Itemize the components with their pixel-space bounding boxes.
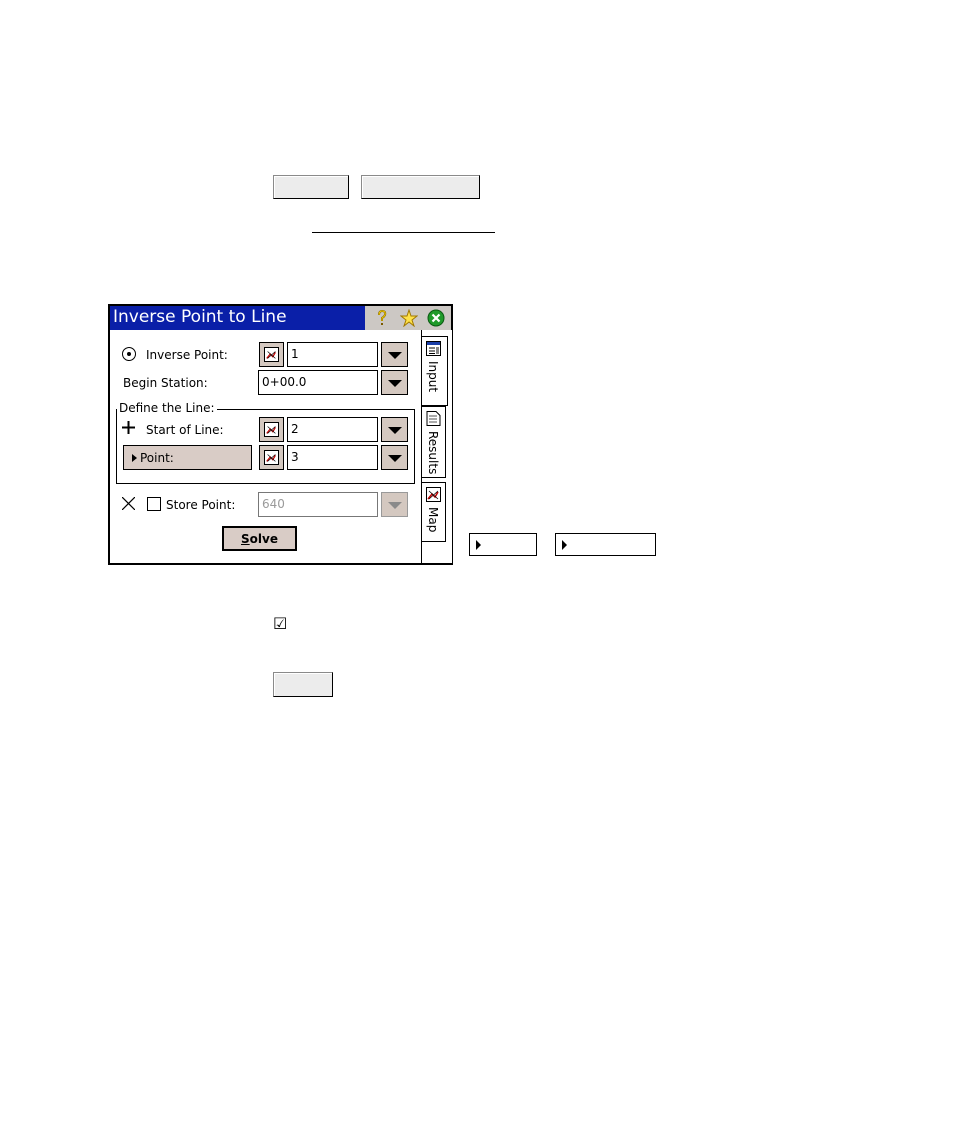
tab-input[interactable]: Input: [422, 336, 448, 406]
tab-results-label: Results: [426, 431, 440, 475]
blank-arrow-button-1: [469, 533, 537, 556]
tab-input-label: Input: [426, 361, 440, 393]
inverse-point-input[interactable]: 1: [287, 342, 378, 367]
begin-station-label: Begin Station:: [123, 376, 208, 390]
input-tab-icon: [426, 341, 441, 356]
title-bar: Inverse Point to Line: [110, 306, 451, 330]
start-of-line-input[interactable]: 2: [287, 417, 378, 442]
vertical-tab-strip: Input Results Map: [421, 330, 452, 563]
inverse-point-label: Inverse Point:: [146, 348, 228, 362]
begin-station-input[interactable]: 0+00.0: [258, 370, 378, 395]
inverse-point-target-icon: [122, 347, 136, 361]
chevron-down-icon: [388, 352, 402, 359]
play-arrow-icon: [132, 453, 137, 462]
tab-map[interactable]: Map: [422, 482, 446, 542]
map-tab-icon: [426, 487, 441, 502]
point-dropdown[interactable]: [381, 445, 408, 470]
chevron-down-icon: [388, 502, 402, 509]
point-mode-button[interactable]: Point:: [123, 445, 252, 470]
cross-icon: [122, 497, 135, 510]
map-pick-icon: [264, 422, 279, 437]
favorite-star-icon[interactable]: [400, 309, 418, 327]
tab-results[interactable]: Results: [422, 406, 446, 478]
inverse-point-dropdown[interactable]: [381, 342, 408, 367]
close-icon[interactable]: [427, 309, 445, 327]
store-point-checkbox[interactable]: [147, 497, 161, 511]
checked-checkbox-icon: ☑: [273, 614, 288, 633]
store-point-dropdown: [381, 492, 408, 517]
blank-underline: [312, 232, 495, 233]
blank-button-2: [361, 175, 480, 199]
window-title: Inverse Point to Line: [113, 307, 287, 327]
blank-button-1: [273, 175, 349, 199]
start-of-line-map-pick-button[interactable]: [259, 417, 284, 442]
inverse-point-map-pick-button[interactable]: [259, 342, 284, 367]
point-map-pick-button[interactable]: [259, 445, 284, 470]
solve-button[interactable]: Solve: [222, 526, 297, 551]
map-pick-icon: [264, 347, 279, 362]
start-of-line-dropdown[interactable]: [381, 417, 408, 442]
point-input[interactable]: 3: [287, 445, 378, 470]
define-line-title: Define the Line:: [117, 401, 217, 415]
begin-station-dropdown[interactable]: [381, 370, 408, 395]
help-icon[interactable]: [373, 309, 391, 327]
store-point-input: 640: [258, 492, 378, 517]
blank-arrow-button-2: [555, 533, 656, 556]
inverse-point-to-line-window: Inverse Point to Line Inverse Point: 1 B…: [108, 304, 453, 565]
tab-map-label: Map: [426, 507, 440, 533]
chevron-down-icon: [388, 455, 402, 462]
chevron-down-icon: [388, 380, 402, 387]
point-mode-label: Point:: [140, 451, 174, 465]
store-point-label: Store Point:: [166, 498, 236, 512]
plus-icon: [122, 421, 135, 434]
title-icon-group: [365, 306, 451, 330]
start-of-line-label: Start of Line:: [146, 423, 224, 437]
results-tab-icon: [426, 411, 441, 426]
map-pick-icon: [264, 450, 279, 465]
blank-button-3: [273, 672, 333, 697]
chevron-down-icon: [388, 427, 402, 434]
